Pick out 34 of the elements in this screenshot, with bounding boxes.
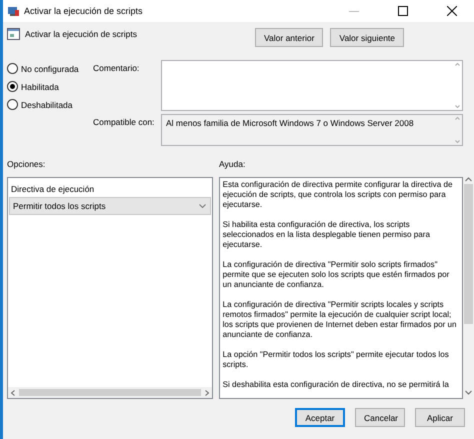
help-label: Ayuda: bbox=[219, 159, 246, 171]
policy-title: Activar la ejecución de scripts bbox=[25, 29, 138, 39]
policy-dropdown[interactable]: Permitir todos los scripts bbox=[9, 197, 211, 215]
radio-label: Habilitada bbox=[21, 82, 59, 92]
chevron-up-icon[interactable] bbox=[464, 177, 472, 182]
help-paragraph: Si habilita esta configuración de directiva, los scripts seleccionados en la lista desplegable tienen permiso para ejecutarse. bbox=[222, 220, 431, 250]
help-paragraph: La configuración de directiva "Permitir scripts locales y scripts remotos firmados" permite la ejecución de cualquier script local; los scripts que provienen de Internet deben estar firmados por un anunciante de confianza. bbox=[222, 300, 458, 340]
nav-button[interactable]: Valor siguiente bbox=[330, 28, 404, 47]
radio-button[interactable] bbox=[7, 81, 18, 92]
help-paragraph: La opción "Permitir todos los scripts" permite ejecutar todos los scripts. bbox=[222, 350, 450, 370]
window-title: Activar la ejecución de scripts bbox=[24, 6, 144, 16]
compatible-label: Compatible con: bbox=[93, 116, 156, 129]
horizontal-scrollbar[interactable] bbox=[8, 387, 212, 398]
help-paragraph: Si deshabilita esta configuración de directiva, no se permitirá la bbox=[222, 380, 450, 390]
chevron-right-icon[interactable] bbox=[204, 390, 209, 396]
dialog-button[interactable]: Aplicar bbox=[415, 408, 465, 427]
compatible-field: Al menos familia de Microsoft Windows 7 o Windows Server 2008 bbox=[161, 114, 463, 146]
dialog-button[interactable]: Aceptar bbox=[295, 408, 345, 427]
radio-label: Deshabilitada bbox=[21, 100, 73, 110]
settings-page-icon bbox=[7, 28, 20, 40]
radio-label: No configurada bbox=[21, 64, 79, 74]
setting-label: Directiva de ejecución bbox=[10, 183, 96, 196]
chevron-down-icon bbox=[198, 204, 206, 208]
dialog-button[interactable]: Cancelar bbox=[355, 408, 405, 427]
radio-button[interactable] bbox=[7, 63, 18, 74]
computer-icon bbox=[7, 6, 19, 16]
comment-label: Comentario: bbox=[93, 62, 140, 75]
options-label: Opciones: bbox=[7, 159, 46, 171]
radio-button[interactable] bbox=[7, 99, 18, 110]
chevron-down-icon[interactable] bbox=[464, 390, 472, 395]
help-paragraph: La configuración de directiva "Permitir solo scripts firmados" permite que se ejecuten solo los scripts que estén firmados por un anunciante de confianza. bbox=[222, 260, 450, 290]
chevron-left-icon[interactable] bbox=[11, 390, 15, 396]
nav-button[interactable]: Valor anterior bbox=[255, 28, 324, 47]
help-paragraph: Esta configuración de directiva permite configurar la directiva de ejecución de scripts, que controla los scripts con permiso para ejecutarse. bbox=[222, 180, 454, 210]
